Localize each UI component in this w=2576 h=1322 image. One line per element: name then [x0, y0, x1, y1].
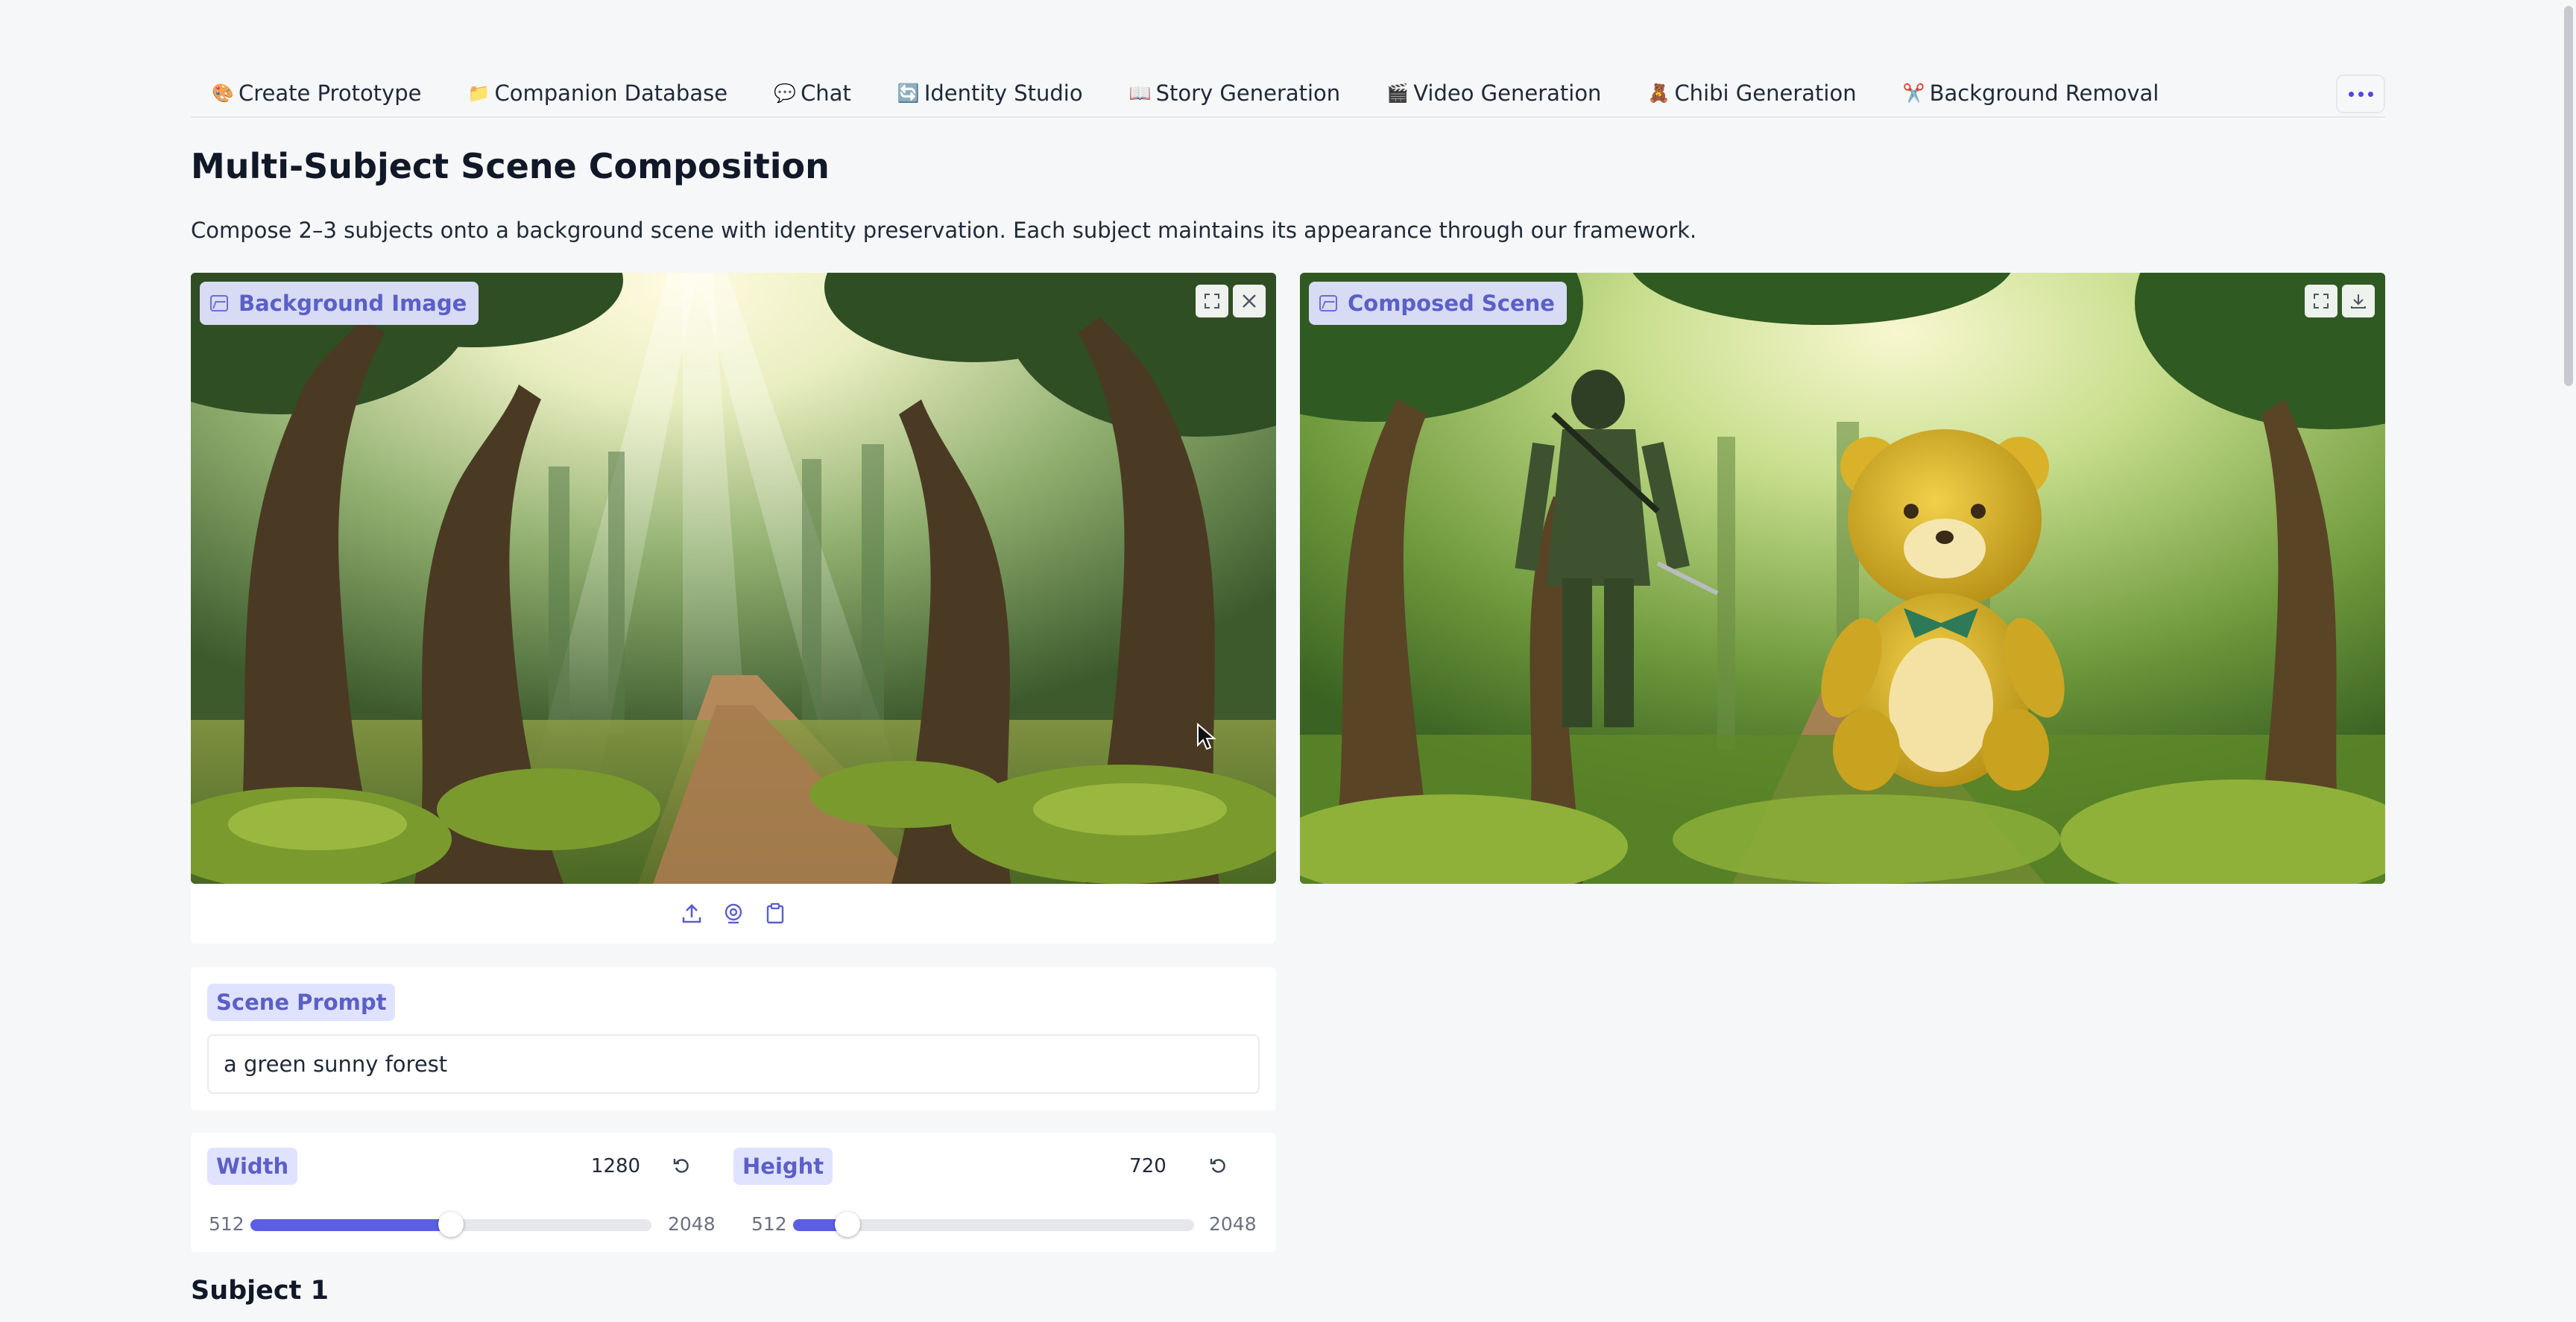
height-number-input[interactable]: 720 [1105, 1148, 1191, 1185]
paste-clipboard-button[interactable] [763, 901, 788, 926]
tab-label: Identity Studio [924, 80, 1083, 106]
height-min-label: 512 [751, 1213, 787, 1235]
image-icon [1319, 295, 1337, 311]
more-options-button[interactable] [2336, 75, 2385, 113]
tab-identity-studio[interactable]: 🔄 Identity Studio [875, 72, 1107, 115]
width-max-label: 2048 [668, 1213, 716, 1235]
tab-chibi-generation[interactable]: 🧸 Chibi Generation [1625, 72, 1880, 115]
webcam-icon [724, 903, 742, 924]
fullscreen-button[interactable] [1196, 285, 1228, 317]
reset-icon [673, 1159, 689, 1173]
composed-scene-label: Composed Scene [1309, 282, 1567, 325]
composed-scene-actions [2305, 285, 2375, 317]
download-icon [2351, 294, 2366, 309]
mouse-cursor-icon [1197, 723, 1216, 750]
scene-prompt-block: Scene Prompt a green sunny forest [191, 967, 1276, 1110]
tab-companion-database[interactable]: 📁 Companion Database [445, 72, 751, 115]
image-source-toolbar [191, 884, 1276, 943]
width-min-label: 512 [209, 1213, 244, 1235]
clear-image-button[interactable] [1233, 285, 1266, 317]
scrollbar-thumb[interactable] [2564, 6, 2573, 386]
tab-label: Companion Database [494, 80, 728, 106]
tab-create-prototype[interactable]: 🎨 Create Prototype [191, 72, 445, 115]
height-slider[interactable] [793, 1212, 1194, 1237]
height-slider-thumb[interactable] [834, 1212, 860, 1237]
background-image-label: Background Image [200, 282, 479, 325]
forest-background-image [191, 273, 1276, 884]
height-reset-button[interactable] [1205, 1151, 1231, 1180]
width-label: Width [207, 1148, 298, 1185]
scene-prompt-input[interactable]: a green sunny forest [207, 1034, 1260, 1094]
upload-button[interactable] [679, 901, 704, 926]
subject-1-heading: Subject 1 [191, 1276, 329, 1306]
background-image-actions [1196, 285, 1266, 317]
composed-scene-panel: Composed Scene [1300, 273, 2385, 884]
dimension-sliders-block: Width 1280 Height 720 [191, 1133, 1276, 1252]
width-reset-button[interactable] [668, 1151, 695, 1180]
tab-chat[interactable]: 💬 Chat [751, 72, 875, 115]
webcam-button[interactable] [721, 901, 746, 926]
tab-label: Chibi Generation [1674, 80, 1857, 106]
clipboard-icon [766, 902, 784, 924]
more-dots-icon [2348, 91, 2354, 97]
tab-label: Chat [801, 80, 851, 106]
background-image-panel[interactable]: Background Image [191, 273, 1276, 884]
expand-icon [1205, 294, 1219, 309]
tab-bar: 🎨 Create Prototype 📁 Companion Database 💬 Cha… [191, 72, 2385, 118]
image-icon [210, 295, 228, 311]
page-description: Compose 2–3 subjects onto a background s… [191, 218, 1697, 243]
width-slider-group: Width 1280 [191, 1133, 727, 1252]
width-slider-fill [250, 1219, 451, 1231]
tab-label: Video Generation [1413, 80, 1602, 106]
upload-icon [682, 904, 701, 923]
height-label: Height [733, 1148, 833, 1185]
reset-icon [1210, 1159, 1225, 1173]
tab-background-removal[interactable]: ✂️ Background Removal [1881, 72, 2183, 115]
scissors-icon: ✂️ [1902, 83, 1925, 104]
close-icon [1243, 294, 1256, 308]
fullscreen-button[interactable] [2305, 285, 2337, 317]
download-button[interactable] [2342, 285, 2375, 317]
expand-icon [2314, 294, 2329, 309]
chat-bubble-icon: 💬 [774, 83, 796, 104]
width-slider-thumb[interactable] [438, 1212, 464, 1237]
book-icon: 📖 [1128, 83, 1152, 104]
tab-label: Background Removal [1929, 80, 2159, 106]
teddy-bear-icon: 🧸 [1647, 83, 1670, 104]
height-max-label: 2048 [1209, 1213, 1257, 1235]
palette-icon: 🎨 [212, 83, 234, 104]
width-slider[interactable] [250, 1212, 651, 1237]
tab-story-generation[interactable]: 📖 Story Generation [1107, 72, 1365, 115]
database-icon: 📁 [467, 83, 490, 104]
page-title: Multi-Subject Scene Composition [191, 146, 830, 186]
tab-label: Story Generation [1155, 80, 1341, 106]
tab-label: Create Prototype [239, 80, 422, 106]
refresh-icon: 🔄 [897, 83, 920, 104]
width-number-input[interactable]: 1280 [572, 1148, 659, 1185]
page-scrollbar[interactable] [2560, 0, 2576, 1322]
clapper-icon: 🎬 [1386, 83, 1409, 104]
composed-scene-image [1300, 273, 2385, 884]
height-slider-group: Height 720 [733, 1133, 1270, 1252]
tab-video-generation[interactable]: 🎬 Video Generation [1364, 72, 1625, 115]
scene-prompt-label: Scene Prompt [207, 984, 396, 1021]
